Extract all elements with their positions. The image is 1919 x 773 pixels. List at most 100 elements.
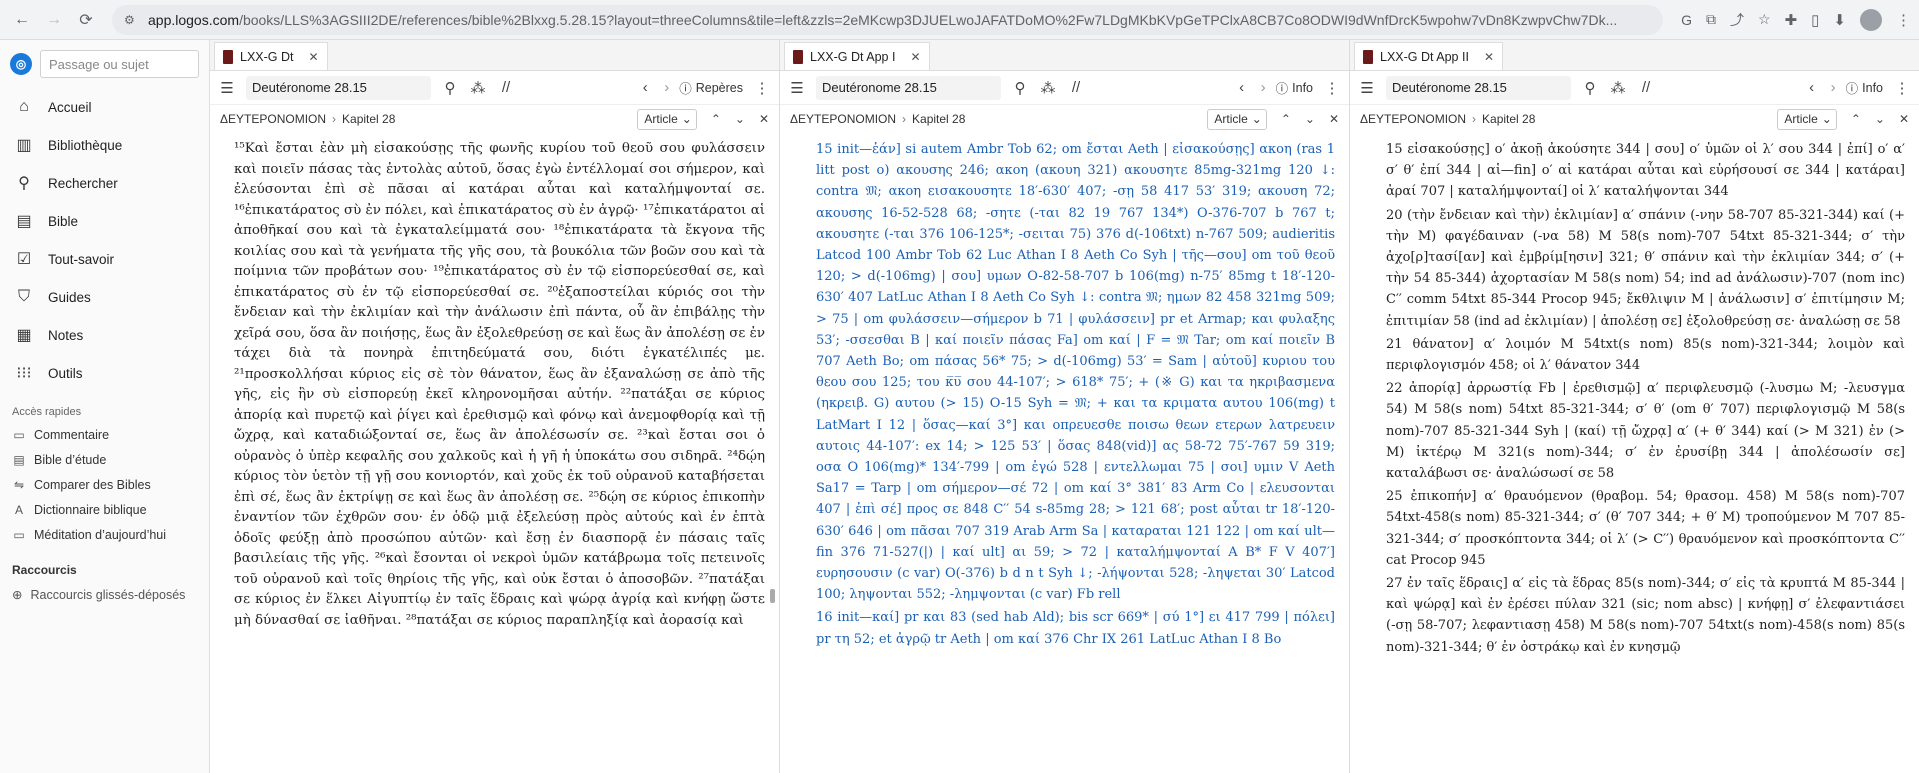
sidebar: ◎ Passage ou sujet ⌂ Accueil ▥ Bibliothèqu…: [0, 40, 210, 773]
extensions-icon[interactable]: ✚: [1785, 11, 1798, 29]
sidebar-item-factbook[interactable]: ☑ Tout-savoir: [0, 240, 209, 278]
close-icon[interactable]: ✕: [309, 50, 319, 64]
chevron-down-icon[interactable]: ⌄: [1305, 112, 1315, 126]
shortcuts-title: Raccourcis: [12, 563, 77, 577]
chevron-down-icon: ⌄: [1821, 112, 1832, 126]
reference-input[interactable]: Deutéronome 28.15: [246, 75, 431, 100]
meditation-icon: ▭: [13, 527, 25, 542]
visual-filters-icon[interactable]: ⁂: [469, 79, 487, 97]
info-button[interactable]: ⓘ Info: [1846, 78, 1883, 97]
download-icon[interactable]: ⬇: [1833, 11, 1846, 29]
info-circle-icon: ⓘ: [1275, 82, 1289, 96]
sidebar-item-guides[interactable]: ⛉ Guides: [0, 278, 209, 316]
install-app-icon[interactable]: ⧉: [1706, 11, 1716, 28]
previous-icon[interactable]: ‹: [1803, 79, 1821, 96]
breadcrumb-chapter[interactable]: Kapitel 28: [912, 112, 965, 126]
chevron-up-icon[interactable]: ⌃: [1281, 112, 1291, 126]
info-button[interactable]: ⓘ Info: [1276, 78, 1313, 97]
more-options-icon[interactable]: ⋮: [753, 79, 771, 97]
search-icon[interactable]: ⚲: [441, 79, 459, 97]
search-icon: ⚲: [18, 175, 30, 192]
previous-icon[interactable]: ‹: [636, 79, 654, 96]
back-icon[interactable]: ←: [8, 6, 36, 34]
hamburger-menu-icon[interactable]: ☰: [1358, 79, 1376, 97]
close-icon[interactable]: ✕: [1899, 112, 1909, 126]
sidebar-item-home[interactable]: ⌂ Accueil: [0, 88, 209, 126]
reload-icon[interactable]: ⟳: [72, 6, 100, 34]
guides-icon: ⛉: [17, 288, 30, 305]
chevron-right-icon: ›: [1472, 112, 1477, 126]
next-icon[interactable]: ›: [1261, 79, 1266, 96]
chevron-down-icon[interactable]: ⌄: [735, 112, 745, 126]
factbook-icon: ☑: [16, 251, 32, 268]
hamburger-menu-icon[interactable]: ☰: [218, 79, 236, 97]
share-icon[interactable]: ⤴: [1730, 10, 1744, 30]
bible-icon: ▤: [16, 213, 32, 230]
shortcuts-drop-zone[interactable]: ⊕ Raccourcis glissés-déposés: [0, 581, 209, 608]
sidebar-item-tools[interactable]: ⁝⁝⁝ Outils: [0, 354, 209, 392]
search-icon[interactable]: ⚲: [1581, 79, 1599, 97]
chevron-up-icon[interactable]: ⌃: [711, 112, 721, 126]
chevron-down-icon: ⌄: [681, 112, 692, 126]
sidebar-item-search[interactable]: ⚲ Rechercher: [0, 164, 209, 202]
chevron-up-icon[interactable]: ⌃: [1851, 112, 1861, 126]
bookmark-star-icon[interactable]: ☆: [1758, 11, 1771, 28]
breadcrumb-book[interactable]: ΔΕΥΤΕΡΟΝΟΜΙΟΝ: [1360, 112, 1466, 126]
quick-item-dictionary[interactable]: A Dictionnaire biblique: [0, 497, 209, 522]
close-icon[interactable]: ✕: [910, 50, 920, 64]
next-icon[interactable]: ›: [1831, 79, 1836, 96]
tab-lxx-g-dt[interactable]: LXX-G Dt ✕: [214, 42, 328, 70]
forward-icon[interactable]: →: [40, 6, 68, 34]
site-info-icon[interactable]: ⚙: [124, 13, 138, 27]
address-bar[interactable]: ⚙ app.logos.com/books/LLS%3AGSIII2DE/ref…: [112, 4, 1664, 35]
reference-input[interactable]: Deutéronome 28.15: [1386, 75, 1571, 100]
parallel-resources-icon[interactable]: //: [1067, 79, 1085, 96]
scrollbar-thumb[interactable]: [770, 589, 775, 603]
breadcrumb-chapter[interactable]: Kapitel 28: [1482, 112, 1535, 126]
view-select[interactable]: Article ⌄: [1207, 108, 1267, 130]
tab-lxx-g-dt-app-i[interactable]: LXX-G Dt App I ✕: [784, 42, 930, 70]
parallel-resources-icon[interactable]: //: [1637, 79, 1655, 96]
quick-item-compare[interactable]: ⇋ Comparer des Bibles: [0, 472, 209, 497]
hamburger-menu-icon[interactable]: ☰: [788, 79, 806, 97]
breadcrumb-chapter[interactable]: Kapitel 28: [342, 112, 395, 126]
view-select[interactable]: Article ⌄: [1777, 108, 1837, 130]
sidebar-item-library[interactable]: ▥ Bibliothèque: [0, 126, 209, 164]
quick-item-commentary[interactable]: ▭ Commentaire: [0, 422, 209, 447]
parallel-resources-icon[interactable]: //: [497, 79, 515, 96]
menu-icon[interactable]: ⋮: [1896, 11, 1911, 29]
compare-icon: ⇋: [13, 477, 25, 492]
sidebar-item-notes[interactable]: ▦ Notes: [0, 316, 209, 354]
search-icon[interactable]: ⚲: [1011, 79, 1029, 97]
close-icon[interactable]: ✕: [1329, 112, 1339, 126]
view-select[interactable]: Article ⌄: [637, 108, 697, 130]
visual-filters-icon[interactable]: ⁂: [1039, 79, 1057, 97]
book-icon: [223, 49, 233, 64]
next-icon[interactable]: ›: [664, 79, 669, 96]
reference-input[interactable]: Deutéronome 28.15: [816, 75, 1001, 100]
quick-item-study-bible[interactable]: ▤ Bible d’étude: [0, 447, 209, 472]
url-path: /books/LLS%3AGSIII2DE/references/bible%2…: [239, 11, 1618, 28]
chevron-down-icon[interactable]: ⌄: [1875, 112, 1885, 126]
visual-filters-icon[interactable]: ⁂: [1609, 79, 1627, 97]
more-options-icon[interactable]: ⋮: [1893, 79, 1911, 97]
logos-logo-icon[interactable]: ◎: [10, 53, 32, 75]
more-options-icon[interactable]: ⋮: [1323, 79, 1341, 97]
apparatus-entry: 27 ἐν ταῖς ἕδραις] α′ εἰς τὰ ἕδρας 85(s …: [1386, 576, 1905, 655]
url-host: app.logos.com: [148, 11, 240, 28]
sidebar-item-bible[interactable]: ▤ Bible: [0, 202, 209, 240]
side-panel-icon[interactable]: ▯: [1811, 11, 1819, 29]
google-lens-icon[interactable]: G: [1681, 12, 1692, 28]
breadcrumb-book[interactable]: ΔΕΥΤΕΡΟΝΟΜΙΟΝ: [220, 112, 326, 126]
profile-avatar[interactable]: [1860, 8, 1882, 31]
quick-item-meditation[interactable]: ▭ Méditation d’aujourd’hui: [0, 522, 209, 547]
previous-icon[interactable]: ‹: [1233, 79, 1251, 96]
breadcrumb-book[interactable]: ΔΕΥΤΕΡΟΝΟΜΙΟΝ: [790, 112, 896, 126]
close-icon[interactable]: ✕: [759, 112, 769, 126]
tab-lxx-g-dt-app-ii[interactable]: LXX-G Dt App II ✕: [1354, 42, 1503, 70]
home-icon: ⌂: [19, 98, 29, 115]
tools-icon: ⁝⁝⁝: [16, 365, 32, 382]
close-icon[interactable]: ✕: [1484, 50, 1494, 64]
bookmarks-button[interactable]: ⓘ Repères: [679, 78, 743, 97]
passage-search-input[interactable]: Passage ou sujet: [40, 50, 199, 78]
